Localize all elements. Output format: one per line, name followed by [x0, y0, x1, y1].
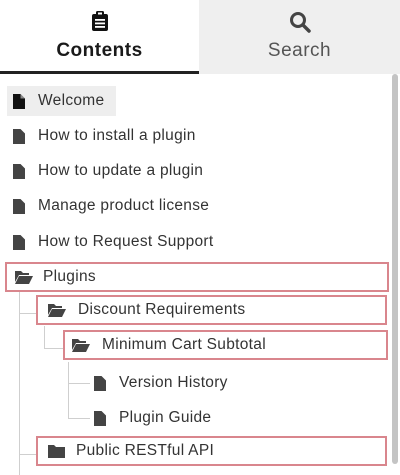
tree-item-label: Plugins	[43, 268, 96, 285]
tree-item-label: Discount Requirements	[78, 301, 246, 318]
tree-connector	[44, 348, 65, 349]
clipboard-icon	[0, 11, 199, 33]
tab-contents-label: Contents	[56, 40, 143, 61]
tree-item-plugins[interactable]: Plugins	[5, 262, 389, 292]
file-icon	[13, 198, 25, 214]
tab-search[interactable]: Search	[199, 0, 400, 74]
tree-item-install[interactable]: How to install a plugin	[13, 121, 393, 151]
tree-item-label: How to install a plugin	[38, 127, 196, 144]
tree-connector	[19, 454, 37, 455]
tree-item-label: Plugin Guide	[119, 409, 212, 426]
tree-item-welcome[interactable]: Welcome	[7, 86, 116, 116]
tree-item-label: Welcome	[38, 92, 105, 109]
tree-connector	[68, 418, 90, 419]
file-icon	[13, 234, 25, 250]
tree-item-label: Version History	[119, 374, 228, 391]
tree-item-discount-requirements[interactable]: Discount Requirements	[36, 295, 387, 325]
tree-item-label: How to Request Support	[38, 233, 214, 250]
tree-connector	[68, 362, 69, 418]
tree-item-public-restful-api[interactable]: Public RESTful API	[36, 436, 387, 466]
tree-connector	[19, 313, 37, 314]
folder-icon	[48, 445, 65, 458]
tree-connector	[19, 290, 20, 475]
scrollbar-thumb[interactable]	[392, 74, 398, 464]
folder-open-icon	[72, 339, 90, 352]
tree-item-label: Manage product license	[38, 197, 210, 214]
contents-tree: Welcome How to install a plugin How to u…	[0, 74, 400, 475]
file-icon	[13, 128, 25, 144]
tree-connector	[68, 383, 90, 384]
file-icon	[13, 163, 25, 179]
file-icon	[13, 93, 25, 109]
tree-item-license[interactable]: Manage product license	[13, 191, 393, 221]
tree-item-label: Minimum Cart Subtotal	[102, 336, 266, 353]
tree-item-support[interactable]: How to Request Support	[13, 227, 393, 257]
tree-item-label: How to update a plugin	[38, 162, 204, 179]
tree-item-label: Public RESTful API	[76, 442, 215, 459]
file-icon	[94, 375, 106, 391]
tab-contents[interactable]: Contents	[0, 0, 199, 74]
folder-open-icon	[15, 271, 33, 284]
tree-connector	[44, 326, 45, 348]
tree-item-update[interactable]: How to update a plugin	[13, 156, 393, 186]
file-icon	[94, 410, 106, 426]
tree-item-minimum-cart-subtotal[interactable]: Minimum Cart Subtotal	[63, 330, 388, 360]
search-icon	[199, 11, 400, 33]
folder-open-icon	[48, 304, 66, 317]
tree-item-plugin-guide[interactable]: Plugin Guide	[94, 403, 384, 433]
tab-search-label: Search	[267, 40, 332, 61]
tab-bar: Contents Search	[0, 0, 400, 74]
tree-item-version-history[interactable]: Version History	[94, 368, 384, 398]
